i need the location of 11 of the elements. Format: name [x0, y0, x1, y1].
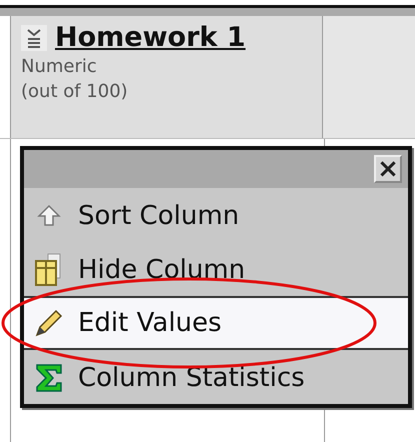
- column-title[interactable]: Homework 1: [55, 22, 246, 53]
- pencil-icon: [34, 308, 64, 338]
- sigma-icon: [35, 363, 63, 393]
- close-button[interactable]: ×: [374, 155, 402, 183]
- menu-item[interactable]: Edit Values: [24, 296, 408, 350]
- menu-item[interactable]: Column Statistics: [24, 350, 408, 404]
- up-arrow-icon: [37, 204, 61, 228]
- column-type: Numeric: [21, 55, 98, 78]
- menu-icon[interactable]: [21, 24, 47, 50]
- menu-item[interactable]: Sort Column: [24, 188, 408, 242]
- column-scale: (out of 100): [21, 80, 129, 103]
